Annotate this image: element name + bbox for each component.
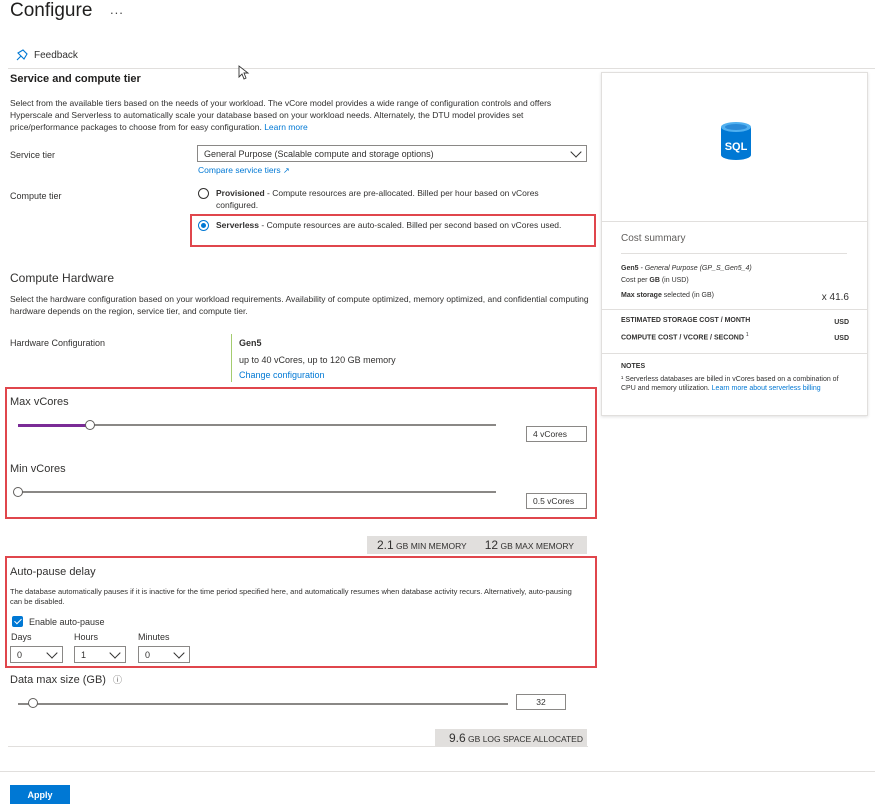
apply-button[interactable]: Apply (10, 785, 70, 804)
serverless-description: - Compute resources are auto-scaled. Bil… (259, 220, 562, 230)
min-vcores-label: Min vCores (10, 463, 66, 475)
notes-heading: NOTES (621, 363, 646, 370)
cost-summary-underline (621, 253, 847, 254)
auto-pause-description: The database automatically pauses if it … (10, 587, 572, 606)
enable-auto-pause-label: Enable auto-pause (29, 616, 105, 627)
radio-provisioned[interactable]: Provisioned - Compute resources are pre-… (198, 187, 571, 211)
feedback-button[interactable]: Feedback (16, 49, 78, 61)
min-vcores-thumb[interactable] (13, 487, 23, 497)
data-size-input[interactable]: 32 (516, 694, 566, 710)
max-memory: 12 GB MAX MEMORY (484, 538, 574, 552)
hours-select[interactable]: 1 (74, 646, 126, 663)
vcores-highlight (5, 387, 597, 519)
sql-icon-label: SQL (724, 141, 748, 153)
panel-divider (602, 353, 867, 354)
footer-divider (0, 771, 875, 772)
service-tier-heading: Service and compute tier (10, 73, 141, 85)
service-tier-value: General Purpose (Scalable compute and st… (204, 148, 434, 159)
max-storage-value: x 41.6 (821, 292, 849, 303)
hours-label: Hours (74, 632, 99, 642)
chevron-down-icon (109, 646, 121, 659)
feedback-label: Feedback (34, 49, 78, 61)
feedback-icon (16, 49, 28, 61)
min-vcores-track[interactable] (18, 491, 496, 493)
radio-serverless[interactable]: Serverless - Compute resources are auto-… (198, 219, 571, 231)
minutes-label: Minutes (138, 632, 170, 642)
section-divider (8, 746, 588, 747)
chevron-down-icon (570, 145, 582, 158)
mouse-cursor-icon (238, 65, 250, 80)
storage-cost-unit: USD (834, 319, 849, 326)
panel-divider (602, 221, 867, 222)
serverless-billing-link[interactable]: Learn more about serverless billing (712, 385, 821, 392)
max-storage: Max storage selected (in GB) (621, 292, 714, 299)
hardware-configuration-label: Hardware Configuration (10, 338, 106, 348)
hours-value: 1 (81, 649, 87, 660)
external-link-icon: ↗ (283, 166, 290, 175)
days-label: Days (11, 632, 32, 642)
summary-gen: Gen5 - General Purpose (GP_S_Gen5_4) (621, 265, 752, 272)
header-divider (8, 68, 875, 69)
auto-pause-heading: Auto-pause delay (10, 566, 96, 578)
provisioned-description: - Compute resources are pre-allocated. B… (216, 188, 539, 210)
data-size-track[interactable] (18, 703, 508, 705)
hardware-accent-bar (231, 334, 232, 382)
minutes-value: 0 (145, 649, 151, 660)
serverless-title: Serverless (216, 220, 260, 230)
compute-tier-label: Compute tier (10, 191, 62, 201)
max-vcores-fill (18, 424, 90, 427)
learn-more-link[interactable]: Learn more (264, 122, 307, 132)
hardware-gen: Gen5 (239, 338, 262, 348)
chevron-down-icon (173, 646, 185, 659)
max-vcores-input[interactable]: 4 vCores (526, 426, 587, 442)
max-vcores-label: Max vCores (10, 396, 69, 408)
cost-per-gb: Cost per GB (in USD) (621, 277, 689, 284)
compute-hardware-heading: Compute Hardware (10, 271, 115, 285)
storage-cost-label: ESTIMATED STORAGE COST / MONTH (621, 317, 751, 324)
cost-summary-heading: Cost summary (621, 233, 686, 244)
data-max-size-label: Data max size (GB) ⓘ (10, 674, 123, 686)
service-tier-label: Service tier (10, 150, 56, 160)
max-vcores-thumb[interactable] (84, 420, 95, 430)
log-space: 9.6 GB LOG SPACE ALLOCATED (449, 731, 583, 745)
cost-summary-panel: SQL Cost summary Gen5 - General Purpose … (601, 72, 868, 416)
service-tier-select[interactable]: General Purpose (Scalable compute and st… (197, 145, 587, 162)
memory-summary: 2.1 GB MIN MEMORY 12 GB MAX MEMORY (367, 536, 587, 554)
hardware-specs: up to 40 vCores, up to 120 GB memory (239, 355, 396, 365)
page-title: Configure (10, 0, 93, 21)
minutes-select[interactable]: 0 (138, 646, 190, 663)
checkmark-icon[interactable] (12, 616, 23, 627)
panel-divider (602, 309, 867, 310)
min-memory: 2.1 GB MIN MEMORY (377, 538, 467, 552)
compute-cost-unit: USD (834, 335, 849, 342)
radio-serverless-circle[interactable] (198, 220, 209, 231)
compare-service-tiers-link[interactable]: Compare service tiers ↗ (198, 164, 290, 177)
radio-provisioned-circle[interactable] (198, 188, 209, 199)
data-size-thumb[interactable] (27, 698, 38, 708)
notes-text: ¹ Serverless databases are billed in vCo… (621, 376, 839, 392)
compute-hardware-description: Select the hardware configuration based … (10, 294, 589, 316)
log-space-summary: 9.6 GB LOG SPACE ALLOCATED (435, 729, 587, 747)
change-configuration-link[interactable]: Change configuration (239, 370, 325, 380)
compute-cost-label: COMPUTE COST / VCORE / SECOND 1 (621, 332, 749, 342)
days-value: 0 (17, 649, 23, 660)
info-icon[interactable]: ⓘ (113, 675, 122, 685)
min-vcores-input[interactable]: 0.5 vCores (526, 493, 587, 509)
chevron-down-icon (46, 646, 58, 659)
provisioned-title: Provisioned (216, 188, 265, 198)
more-options-button[interactable]: ... (110, 2, 124, 17)
enable-auto-pause-checkbox[interactable]: Enable auto-pause (12, 616, 105, 627)
service-tier-description: Select from the available tiers based on… (10, 98, 552, 132)
days-select[interactable]: 0 (10, 646, 63, 663)
